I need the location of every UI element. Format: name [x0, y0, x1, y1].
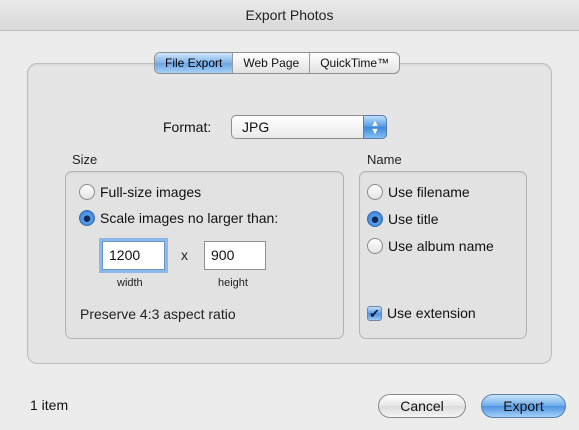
size-group-title: Size — [72, 152, 98, 167]
format-select[interactable]: JPG ▲ ▼ — [231, 115, 387, 139]
window-title: Export Photos — [0, 0, 579, 31]
format-value: JPG — [242, 119, 270, 135]
radio-selected-icon — [79, 210, 95, 226]
popup-arrows-icon: ▲ ▼ — [363, 115, 387, 139]
width-input[interactable]: 1200 — [102, 241, 165, 270]
tab-file-export[interactable]: File Export — [155, 53, 234, 73]
height-caption: height — [218, 277, 248, 289]
tab-bar: File Export Web Page QuickTime™ — [154, 52, 401, 74]
times-label: x — [181, 247, 188, 263]
radio-icon — [367, 238, 383, 254]
tab-web-page[interactable]: Web Page — [233, 53, 311, 73]
size-option-full[interactable]: Full-size images — [79, 184, 201, 200]
size-option-scale-label: Scale images no larger than: — [100, 210, 279, 226]
cancel-button[interactable]: Cancel — [378, 394, 466, 418]
name-group-title: Name — [367, 152, 402, 167]
dialog-content: File Export Web Page QuickTime™ Format: … — [0, 31, 579, 430]
width-caption: width — [117, 277, 143, 289]
item-count: 1 item — [30, 397, 69, 413]
size-option-full-label: Full-size images — [100, 184, 202, 200]
use-extension-checkbox[interactable]: ✔ Use extension — [367, 305, 476, 321]
tab-quicktime[interactable]: QuickTime™ — [310, 53, 399, 73]
height-input[interactable]: 900 — [204, 241, 266, 270]
export-button[interactable]: Export — [481, 394, 566, 418]
radio-icon — [79, 184, 95, 200]
name-option-title[interactable]: Use title — [367, 211, 439, 227]
radio-icon — [367, 184, 383, 200]
name-option-album[interactable]: Use album name — [367, 238, 494, 254]
size-option-scale[interactable]: Scale images no larger than: — [79, 210, 278, 226]
use-extension-label: Use extension — [387, 305, 476, 321]
format-label: Format: — [163, 119, 212, 135]
radio-selected-icon — [367, 211, 383, 227]
checkmark-icon: ✔ — [367, 305, 382, 321]
name-option-album-label: Use album name — [388, 238, 494, 254]
name-option-title-label: Use title — [388, 211, 439, 227]
aspect-ratio-note: Preserve 4:3 aspect ratio — [80, 306, 236, 322]
name-option-filename-label: Use filename — [388, 184, 470, 200]
name-option-filename[interactable]: Use filename — [367, 184, 470, 200]
